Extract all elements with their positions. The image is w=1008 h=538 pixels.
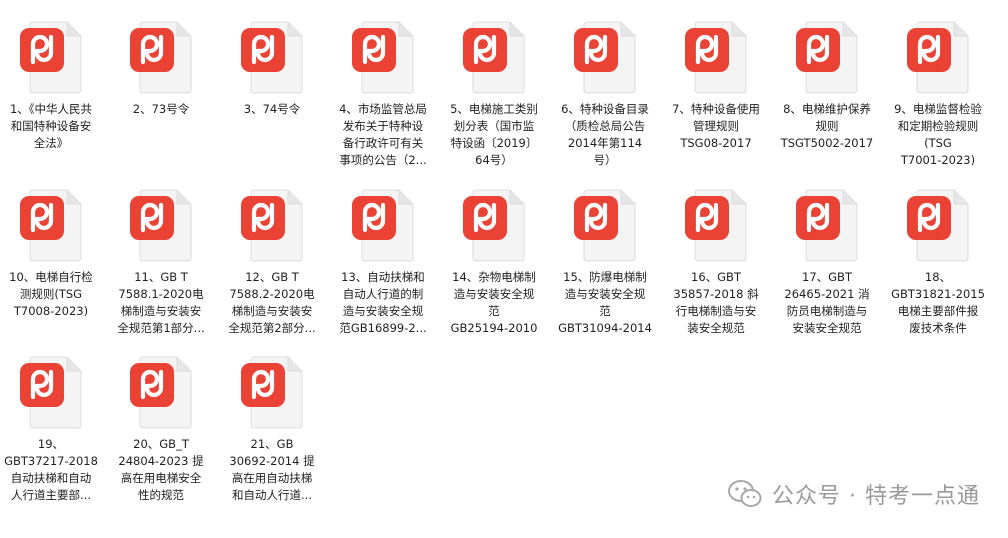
pdf-file-icon	[795, 20, 859, 94]
file-item[interactable]: 8、电梯维护保养 规则 TSGT5002-2017	[776, 10, 878, 172]
file-name-label: 17、GBT 26465-2021 消 防员电梯制造与 安装安全规范	[784, 270, 870, 335]
file-item[interactable]: 6、特种设备目录 （质检总局公告 2014年第114 号）	[554, 10, 656, 172]
file-name-label: 6、特种设备目录 （质检总局公告 2014年第114 号）	[561, 102, 649, 167]
file-item[interactable]: 5、电梯施工类别 划分表（国市监 特设函〔2019〕 64号）	[443, 10, 545, 172]
file-item[interactable]: 11、GB T 7588.1-2020电 梯制造与安装安 全规范第1部分...	[110, 178, 212, 340]
pdf-file-icon	[684, 188, 748, 262]
file-item[interactable]: 7、特种设备使用 管理规则 TSG08-2017	[665, 10, 767, 172]
file-item[interactable]: 20、GB_T 24804-2023 提 高在用电梯安全 性的规范	[110, 345, 212, 507]
pdf-file-icon	[19, 188, 83, 262]
file-item[interactable]: 21、GB 30692-2014 提 高在用自动扶梯 和自动人行道...	[221, 345, 323, 507]
file-name-label: 13、自动扶梯和 自动人行道的制 造与安装安全规 范GB16899-2...	[339, 270, 427, 335]
file-name-label: 9、电梯监督检验 和定期检验规则 (TSG T7001-2023)	[894, 102, 982, 167]
file-item[interactable]: 4、市场监管总局 发布关于特种设 备行政许可有关 事项的公告（2...	[332, 10, 434, 172]
pdf-file-icon	[19, 20, 83, 94]
file-item[interactable]: 19、 GBT37217-2018 自动扶梯和自动 人行道主要部...	[0, 345, 102, 507]
file-grid: 1、《中华人民共 和国特种设备安 全法》 2、73号令 3、74号令 4、市场监…	[0, 0, 1008, 538]
file-name-label: 15、防爆电梯制 造与安装安全规 范 GBT31094-2014	[558, 270, 652, 335]
file-name-label: 16、GBT 35857-2018 斜 行电梯制造与安 装安全规范	[673, 270, 759, 335]
pdf-file-icon	[684, 20, 748, 94]
file-name-label: 19、 GBT37217-2018 自动扶梯和自动 人行道主要部...	[4, 437, 98, 502]
file-name-label: 7、特种设备使用 管理规则 TSG08-2017	[672, 102, 760, 150]
pdf-file-icon	[351, 188, 415, 262]
file-name-label: 20、GB_T 24804-2023 提 高在用电梯安全 性的规范	[118, 437, 204, 502]
file-name-label: 18、 GBT31821-2015 电梯主要部件报 废技术条件	[891, 270, 985, 335]
pdf-file-icon	[240, 355, 304, 429]
file-item[interactable]: 18、 GBT31821-2015 电梯主要部件报 废技术条件	[887, 178, 989, 340]
pdf-file-icon	[573, 20, 637, 94]
pdf-file-icon	[129, 20, 193, 94]
file-name-label: 12、GB T 7588.2-2020电 梯制造与安装安 全规范第2部分...	[228, 270, 316, 335]
pdf-file-icon	[129, 355, 193, 429]
pdf-file-icon	[351, 20, 415, 94]
file-item[interactable]: 13、自动扶梯和 自动人行道的制 造与安装安全规 范GB16899-2...	[332, 178, 434, 340]
file-name-label: 4、市场监管总局 发布关于特种设 备行政许可有关 事项的公告（2...	[339, 102, 427, 167]
file-item[interactable]: 14、杂物电梯制 造与安装安全规 范 GB25194-2010	[443, 178, 545, 340]
file-item[interactable]: 16、GBT 35857-2018 斜 行电梯制造与安 装安全规范	[665, 178, 767, 340]
file-name-label: 1、《中华人民共 和国特种设备安 全法》	[9, 102, 93, 150]
pdf-file-icon	[906, 20, 970, 94]
file-item[interactable]: 9、电梯监督检验 和定期检验规则 (TSG T7001-2023)	[887, 10, 989, 172]
file-item[interactable]: 10、电梯自行检 测规则(TSG T7008-2023)	[0, 178, 102, 340]
file-name-label: 21、GB 30692-2014 提 高在用自动扶梯 和自动人行道...	[229, 437, 315, 502]
file-name-label: 3、74号令	[243, 102, 301, 116]
watermark: 公众号 · 特考一点通	[728, 478, 980, 510]
file-item[interactable]: 12、GB T 7588.2-2020电 梯制造与安装安 全规范第2部分...	[221, 178, 323, 340]
file-name-label: 10、电梯自行检 测规则(TSG T7008-2023)	[9, 270, 93, 318]
file-item[interactable]: 15、防爆电梯制 造与安装安全规 范 GBT31094-2014	[554, 178, 656, 340]
file-name-label: 14、杂物电梯制 造与安装安全规 范 GB25194-2010	[450, 270, 538, 335]
file-item[interactable]: 17、GBT 26465-2021 消 防员电梯制造与 安装安全规范	[776, 178, 878, 340]
pdf-file-icon	[240, 20, 304, 94]
pdf-file-icon	[462, 188, 526, 262]
file-item[interactable]: 2、73号令	[110, 10, 212, 172]
file-name-label: 11、GB T 7588.1-2020电 梯制造与安装安 全规范第1部分...	[117, 270, 205, 335]
pdf-file-icon	[129, 188, 193, 262]
file-name-label: 8、电梯维护保养 规则 TSGT5002-2017	[780, 102, 874, 150]
file-name-label: 2、73号令	[132, 102, 190, 116]
pdf-file-icon	[19, 355, 83, 429]
pdf-file-icon	[906, 188, 970, 262]
pdf-file-icon	[240, 188, 304, 262]
wechat-icon	[728, 480, 762, 507]
file-item[interactable]: 1、《中华人民共 和国特种设备安 全法》	[0, 10, 102, 172]
watermark-text: 公众号 · 特考一点通	[772, 484, 980, 509]
pdf-file-icon	[795, 188, 859, 262]
file-name-label: 5、电梯施工类别 划分表（国市监 特设函〔2019〕 64号）	[450, 102, 538, 167]
pdf-file-icon	[573, 188, 637, 262]
pdf-file-icon	[462, 20, 526, 94]
file-item[interactable]: 3、74号令	[221, 10, 323, 172]
